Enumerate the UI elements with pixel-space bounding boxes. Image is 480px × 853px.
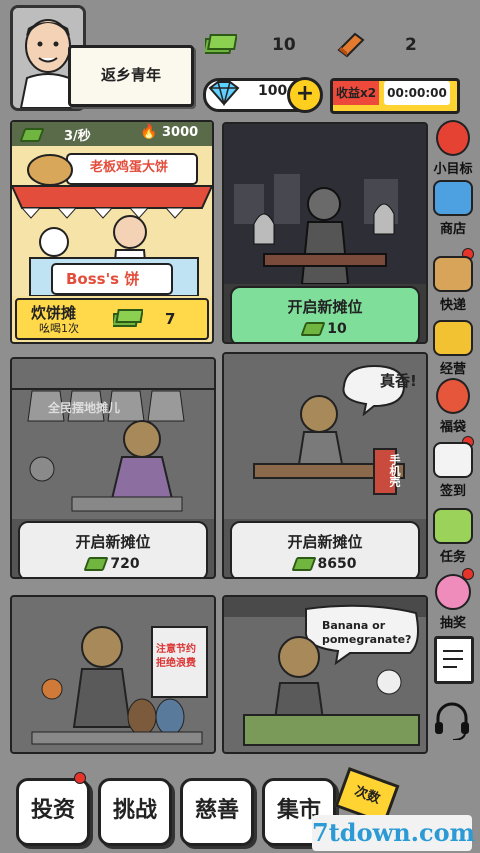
- fire-icon: 🔥: [140, 124, 158, 140]
- stall-sub: 吆喝1次: [39, 322, 79, 335]
- target-icon: [436, 120, 470, 156]
- shop-icon: [433, 180, 473, 216]
- watermark: 7tdown.com: [312, 815, 475, 851]
- stall-upgrade-cost: 7: [165, 310, 176, 328]
- side-lucky-bag[interactable]: 福袋: [428, 378, 478, 435]
- brick-count: 2: [405, 35, 417, 55]
- side-label: 抽奖: [439, 616, 466, 631]
- phone-case-sign: 手机壳: [388, 454, 401, 487]
- diamond-count: 100: [258, 83, 288, 99]
- calendar-icon: [433, 442, 473, 478]
- player-title: 返乡青年: [100, 66, 161, 84]
- cash-icon: [290, 557, 317, 571]
- open-stall-button[interactable]: 开启新摊位 10: [230, 286, 420, 342]
- toy-stall-illustration: [12, 597, 214, 752]
- side-label: 任务: [439, 550, 466, 565]
- speech-bubble-text: 真香!: [380, 372, 417, 390]
- stall-card-phone-case[interactable]: 真香! 手机壳 开启新摊位 8650: [222, 352, 428, 579]
- side-label: 小目标: [433, 162, 473, 177]
- parcel-icon: [433, 256, 473, 292]
- stall-rate: 3/秒: [64, 129, 91, 144]
- side-label: 签到: [439, 484, 466, 499]
- open-stall-label: 开启新摊位: [287, 533, 363, 551]
- side-lottery[interactable]: 抽奖: [428, 574, 478, 631]
- player-title-board[interactable]: 返乡青年: [68, 45, 194, 107]
- side-label: 经营: [439, 362, 466, 377]
- add-diamond-button[interactable]: +: [287, 77, 323, 113]
- side-goal[interactable]: 小目标: [428, 120, 478, 177]
- side-label: 福袋: [439, 420, 466, 435]
- lucky-bag-icon: [436, 378, 470, 414]
- challenge-button[interactable]: 挑战: [98, 778, 172, 846]
- cash-icon: [83, 557, 109, 571]
- side-label: 快递: [439, 298, 466, 313]
- stall-card-pancake[interactable]: 3/秒 🔥 3000 老板鸡蛋大饼 Boss's 饼 炊饼摊 吆喝1次 7: [10, 120, 214, 344]
- stall-info-panel[interactable]: 炊饼摊 吆喝1次 7: [15, 298, 209, 340]
- income-boost-label[interactable]: 收益x2: [333, 81, 379, 105]
- cash-icon: [202, 33, 238, 61]
- side-shop[interactable]: 商店: [428, 180, 478, 237]
- wheel-icon: [435, 574, 471, 610]
- cash-stack-icon: [110, 308, 144, 334]
- fruit-speech-text: Banana or pomegranate?: [322, 619, 412, 646]
- stall-sign-text: 老板鸡蛋大饼: [90, 160, 169, 175]
- side-checkin[interactable]: 签到: [428, 442, 478, 499]
- diamond-icon: [206, 80, 240, 110]
- side-label: 商店: [439, 222, 466, 237]
- headset-icon[interactable]: [432, 700, 472, 744]
- stall-card-fruit[interactable]: Banana or pomegranate?: [222, 595, 428, 754]
- side-tasks[interactable]: 任务: [428, 508, 478, 565]
- stall-card-toys[interactable]: 注意节约 拒绝浪费: [10, 595, 216, 754]
- open-stall-cost: 10: [327, 321, 347, 337]
- open-stall-button[interactable]: 开启新摊位 720: [18, 521, 208, 577]
- open-stall-cost: 720: [110, 556, 140, 572]
- notes-icon[interactable]: [434, 636, 474, 684]
- stall-popularity: 3000: [162, 125, 199, 140]
- open-stall-button[interactable]: 开启新摊位 8650: [230, 521, 420, 577]
- open-stall-label: 开启新摊位: [75, 533, 151, 551]
- stall-board-text: Boss's 饼: [66, 270, 140, 288]
- stall-card-clothes[interactable]: 全民摆地摊儿 开启新摊位 720: [10, 357, 216, 579]
- boost-timer: 00:00:00: [384, 81, 450, 105]
- barbecue-stall-illustration: [224, 124, 426, 285]
- clipboard-icon: [433, 508, 473, 544]
- open-stall-cost: 8650: [317, 556, 357, 572]
- side-express[interactable]: 快递: [428, 256, 478, 313]
- clothes-banner-text: 全民摆地摊儿: [48, 401, 121, 415]
- cash-icon: [300, 322, 326, 336]
- notification-dot: [74, 772, 86, 784]
- charity-button[interactable]: 慈善: [180, 778, 254, 846]
- invest-button[interactable]: 投资: [16, 778, 90, 846]
- clothes-stall-illustration: [12, 359, 214, 519]
- open-stall-label: 开启新摊位: [287, 298, 363, 316]
- gold-bar-icon: [433, 320, 473, 356]
- stall-card-barbecue[interactable]: 开启新摊位 10: [222, 122, 428, 344]
- side-business[interactable]: 经营: [428, 320, 478, 377]
- cash-count: 10: [272, 35, 296, 55]
- brick-icon: [335, 30, 365, 64]
- toy-stall-sign: 注意节约 拒绝浪费: [156, 644, 196, 669]
